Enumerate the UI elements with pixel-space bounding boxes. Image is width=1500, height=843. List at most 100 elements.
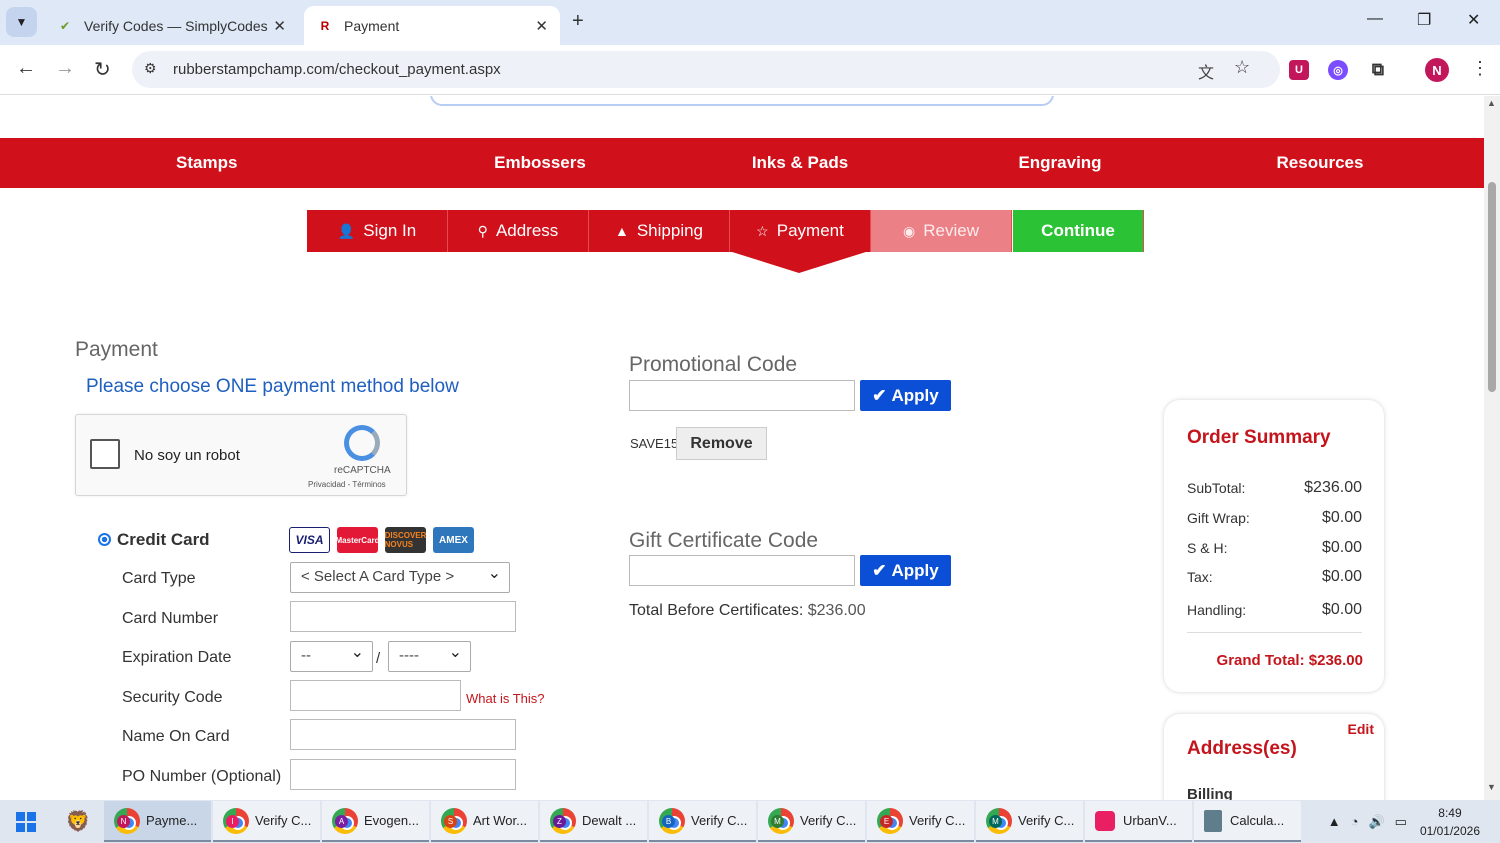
taskbar-label: Dewalt ... <box>582 813 637 828</box>
close-window-icon[interactable]: ✕ <box>1467 10 1480 30</box>
translate-icon[interactable]: 文 <box>1198 59 1214 83</box>
profile-badge: B <box>662 815 675 828</box>
map-pin-icon: ⚲ <box>477 222 488 239</box>
site-search-box[interactable] <box>430 96 1054 106</box>
nav-inks-pads[interactable]: Inks & Pads <box>670 138 930 188</box>
taskbar-label: Payme... <box>146 813 198 828</box>
bookmark-star-icon[interactable]: ☆ <box>1234 57 1250 78</box>
taskbar-label: Verify C... <box>255 813 312 828</box>
close-tab-icon[interactable]: ✕ <box>535 17 548 35</box>
checkout-page: Stamps Embossers Inks & Pads Engraving R… <box>0 96 1484 800</box>
taskbar-label: UrbanV... <box>1123 813 1177 828</box>
simplycodes-favicon-icon: ✔ <box>59 18 71 33</box>
extensions-puzzle-icon[interactable]: ⧉ <box>1368 60 1388 80</box>
taskbar-label: Verify C... <box>800 813 857 828</box>
nav-engraving[interactable]: Engraving <box>930 138 1190 188</box>
step-address[interactable]: ⚲ Address <box>448 210 589 252</box>
tray-chevron-icon[interactable]: ▲ <box>1328 814 1341 829</box>
taskbar-item[interactable]: M Verify C... <box>976 801 1083 842</box>
minimize-icon[interactable]: — <box>1367 10 1383 28</box>
clock-time: 8:49 <box>1438 805 1462 820</box>
taskbar-item[interactable]: E Verify C... <box>867 801 974 842</box>
brave-browser-icon[interactable]: 🦁 <box>52 800 104 843</box>
profile-avatar[interactable]: N <box>1425 58 1449 82</box>
eye-icon: ◉ <box>903 222 916 239</box>
taskbar-item[interactable]: M Verify C... <box>758 801 865 842</box>
wifi-icon[interactable]: ◔ <box>1351 814 1359 829</box>
address-bar[interactable]: ⚙ rubberstampchamp.com/checkout_payment.… <box>132 51 1280 88</box>
user-icon: 👤 <box>337 222 356 239</box>
taskbar-label: Calcula... <box>1230 813 1285 828</box>
tab-title: Payment <box>344 17 400 34</box>
profile-badge: Z <box>553 815 566 828</box>
rubberstampchamp-favicon-icon: R <box>320 18 330 33</box>
step-label: Shipping <box>636 221 704 240</box>
nav-resources[interactable]: Resources <box>1190 138 1450 188</box>
taskbar-item[interactable]: UrbanV... <box>1085 801 1192 842</box>
step-label: Sign In <box>363 221 417 240</box>
clock-date: 01/01/2026 <box>1419 823 1480 838</box>
step-payment[interactable]: ☆ Payment <box>730 210 871 252</box>
tab-payment[interactable]: R Payment ✕ <box>304 6 560 45</box>
profile-badge: S <box>444 815 457 828</box>
profile-badge: A <box>335 815 348 828</box>
page-scrollbar[interactable]: ▲ ▼ <box>1484 96 1500 800</box>
windows-taskbar: 🦁 N Payme... I Verify C... A Evogen... S Art… <box>0 800 1500 843</box>
tab-search-chevron-icon[interactable]: ▼ <box>6 7 37 37</box>
taskbar-item[interactable]: A Evogen... <box>322 801 429 842</box>
calculator-icon <box>1204 809 1222 832</box>
road-icon: ▲ <box>614 223 629 239</box>
main-navigation: Stamps Embossers Inks & Pads Engraving R… <box>0 138 1484 188</box>
step-label: Review <box>923 221 979 240</box>
scrollbar-thumb[interactable] <box>1488 182 1496 392</box>
taskbar-label: Art Wor... <box>473 813 527 828</box>
profile-badge: I <box>226 815 239 828</box>
back-icon[interactable]: ← <box>16 57 36 80</box>
browser-toolbar: ← → ↻ ⚙ rubberstampchamp.com/checkout_pa… <box>0 45 1500 95</box>
step-review[interactable]: ◉ Review <box>871 210 1012 252</box>
ublock-extension-icon[interactable]: U <box>1289 60 1309 80</box>
battery-icon[interactable]: ▭ <box>1395 814 1407 830</box>
taskbar-item[interactable]: N Payme... <box>104 801 211 842</box>
step-label: Payment <box>776 221 844 240</box>
urbanvpn-icon <box>1095 810 1115 831</box>
forward-icon[interactable]: → <box>55 57 75 80</box>
tab-verify-codes[interactable]: ✔ Verify Codes — SimplyCodes ✕ <box>44 6 298 45</box>
profile-badge: E <box>880 815 893 828</box>
step-shipping[interactable]: ▲ Shipping <box>589 210 730 252</box>
taskbar-label: Verify C... <box>1018 813 1075 828</box>
tab-title: Verify Codes — SimplyCodes <box>84 17 268 34</box>
taskbar-item[interactable]: S Art Wor... <box>431 801 538 842</box>
scroll-up-icon[interactable]: ▲ <box>1487 98 1496 108</box>
extension-icon[interactable]: ◎ <box>1328 60 1348 80</box>
url-text: rubberstampchamp.com/checkout_payment.as… <box>173 61 501 78</box>
browser-tab-strip: ▼ ✔ Verify Codes — SimplyCodes ✕ R Payme… <box>0 0 1500 45</box>
profile-badge: M <box>989 815 1002 828</box>
site-info-icon[interactable]: ⚙ <box>144 60 157 77</box>
new-tab-icon[interactable]: + <box>572 10 584 33</box>
taskbar-item[interactable]: Z Dewalt ... <box>540 801 647 842</box>
volume-icon[interactable]: 🔊 <box>1368 814 1384 830</box>
checkout-steps: 👤 Sign In ⚲ Address ▲ Shipping ☆ Payment ◉ Re… <box>307 210 1144 252</box>
profile-badge: M <box>771 815 784 828</box>
star-icon: ☆ <box>756 222 769 239</box>
nav-embossers[interactable]: Embossers <box>410 138 670 188</box>
scroll-down-icon[interactable]: ▼ <box>1487 782 1496 792</box>
taskbar-item[interactable]: I Verify C... <box>213 801 320 842</box>
system-clock[interactable]: 8:49 01/01/2026 <box>1420 804 1480 840</box>
profile-badge: N <box>117 815 130 828</box>
step-label: Address <box>495 221 559 240</box>
system-tray: ▲ ◔ 🔊 ▭ 8:49 01/01/2026 <box>1323 800 1500 843</box>
reload-icon[interactable]: ↻ <box>94 57 111 82</box>
step-sign-in[interactable]: 👤 Sign In <box>307 210 448 252</box>
windows-start-icon[interactable] <box>0 800 52 843</box>
browser-menu-icon[interactable]: ⋮ <box>1471 58 1489 79</box>
nav-stamps[interactable]: Stamps <box>0 138 410 188</box>
taskbar-item[interactable]: B Verify C... <box>649 801 756 842</box>
taskbar-label: Evogen... <box>364 813 419 828</box>
taskbar-label: Verify C... <box>691 813 748 828</box>
taskbar-item[interactable]: Calcula... <box>1194 801 1301 842</box>
continue-button[interactable]: Continue <box>1013 210 1144 252</box>
restore-icon[interactable]: ❐ <box>1417 10 1431 30</box>
close-tab-icon[interactable]: ✕ <box>273 17 286 35</box>
